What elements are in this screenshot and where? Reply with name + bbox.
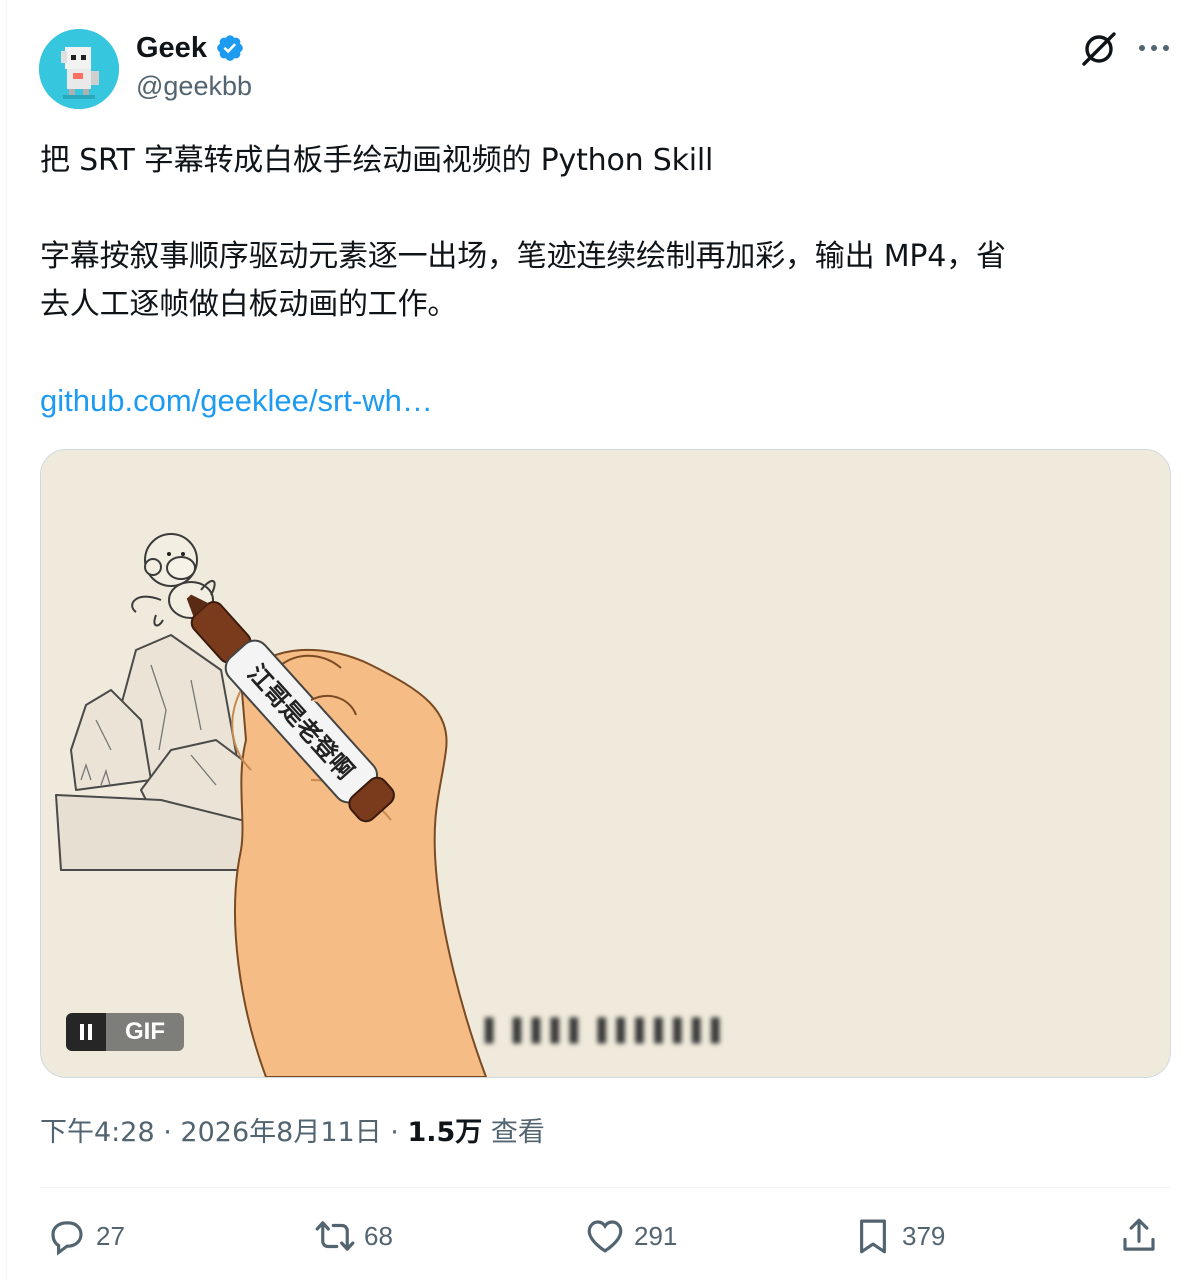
- bookmark-button[interactable]: 379: [852, 1210, 945, 1262]
- like-button[interactable]: 291: [584, 1210, 677, 1262]
- share-icon: [1123, 1218, 1155, 1251]
- repost-icon: [315, 1221, 355, 1251]
- heart-icon: [587, 1220, 623, 1253]
- view-count: 1.5万: [407, 1117, 483, 1148]
- verified-badge-icon[interactable]: [215, 33, 245, 63]
- post-text-line-1: 把 SRT 字幕转成白板手绘动画视频的 Python Skill: [40, 143, 714, 178]
- github-link[interactable]: github.com/geeklee/srt-wh…: [40, 381, 433, 421]
- author-name[interactable]: Geek: [136, 30, 207, 66]
- meta-separator: ·: [390, 1117, 399, 1148]
- gif-badge: GIF: [106, 1013, 184, 1051]
- more-dots-icon: [1139, 45, 1169, 51]
- post-time[interactable]: 下午4:28: [40, 1117, 155, 1148]
- meta-separator: ·: [163, 1117, 172, 1148]
- more-options-button[interactable]: [1134, 30, 1174, 66]
- pixel-robot-avatar-icon: [39, 29, 119, 109]
- reply-button[interactable]: 27: [46, 1210, 125, 1262]
- author-handle[interactable]: @geekbb: [136, 71, 252, 102]
- post-text-line-2: 字幕按叙事顺序驱动元素逐一出场，笔迹连续绘制再加彩，输出 MP4，省: [40, 239, 1006, 274]
- whiteboard-drawing-illustration: 江哥是老登啊: [41, 450, 1170, 1077]
- views-label: 查看: [490, 1117, 545, 1148]
- post-date[interactable]: 2026年8月11日: [180, 1117, 381, 1148]
- post-metadata: 下午4:28 · 2026年8月11日 · 1.5万 查看: [40, 1113, 545, 1153]
- avatar[interactable]: [39, 29, 119, 109]
- bookmark-icon: [860, 1219, 886, 1254]
- divider: [40, 1187, 1171, 1188]
- grok-button[interactable]: [1078, 28, 1120, 70]
- pause-icon: [80, 1024, 92, 1040]
- repost-count: 68: [364, 1220, 393, 1251]
- gif-media[interactable]: 江哥是老登啊 GIF ▌ ▌▌▌▌ ▌▌▌▌▌▌▌: [40, 449, 1171, 1078]
- share-button[interactable]: [1118, 1210, 1160, 1262]
- gif-controls[interactable]: GIF: [66, 1013, 184, 1051]
- left-divider: [6, 0, 7, 1280]
- reply-count: 27: [96, 1220, 125, 1251]
- bookmark-count: 379: [902, 1220, 946, 1251]
- repost-button[interactable]: 68: [314, 1210, 393, 1262]
- like-count: 291: [634, 1220, 678, 1251]
- reply-icon: [51, 1221, 83, 1256]
- grok-icon: [1082, 32, 1116, 66]
- pause-button[interactable]: [66, 1013, 106, 1051]
- post-text-line-3: 去人工逐帧做白板动画的工作。: [40, 287, 458, 322]
- blurred-subtitle: ▌ ▌▌▌▌ ▌▌▌▌▌▌▌: [485, 1018, 731, 1044]
